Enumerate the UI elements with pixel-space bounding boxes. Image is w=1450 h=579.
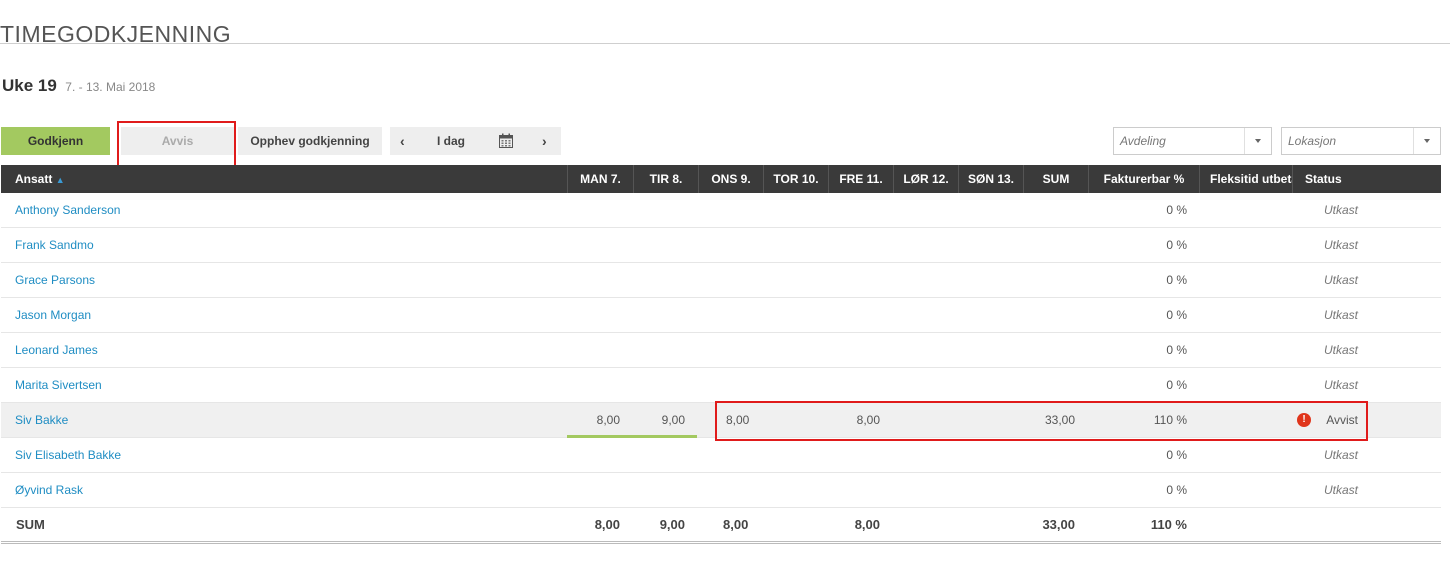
billable-cell: 0 % — [1166, 308, 1187, 322]
billable-cell: 0 % — [1166, 273, 1187, 287]
billable-cell: 0 % — [1166, 343, 1187, 357]
billable-cell: 0 % — [1166, 448, 1187, 462]
table-row[interactable]: Grace Parsons 0 % Utkast — [1, 263, 1441, 298]
employee-link[interactable]: Siv Elisabeth Bakke — [15, 438, 121, 472]
revoke-approval-button[interactable]: Opphev godkjenning — [238, 127, 382, 155]
employee-link[interactable]: Frank Sandmo — [15, 228, 94, 262]
column-sun[interactable]: SØN 13. — [958, 165, 1023, 193]
table-row[interactable]: Siv Elisabeth Bakke 0 % Utkast — [1, 438, 1441, 473]
column-tue[interactable]: TIR 8. — [633, 165, 698, 193]
week-date-range: 7. - 13. Mai 2018 — [65, 80, 156, 94]
department-select[interactable]: Avdeling — [1113, 127, 1272, 155]
chevron-down-icon[interactable] — [1413, 128, 1440, 154]
column-thu[interactable]: TOR 10. — [763, 165, 828, 193]
employee-link[interactable]: Jason Morgan — [15, 298, 91, 332]
reject-button-highlight — [117, 121, 236, 170]
status-cell: Utkast — [1323, 308, 1358, 322]
column-mon[interactable]: MAN 7. — [567, 165, 633, 193]
page-title: TIMEGODKJENNING — [0, 21, 232, 48]
billable-cell: 0 % — [1166, 203, 1187, 217]
totals-billable: 110 % — [1150, 517, 1187, 532]
totals-row: SUM 8,00 9,00 8,00 8,00 33,00 110 % — [1, 508, 1441, 544]
table-row[interactable]: Øyvind Rask 0 % Utkast — [1, 473, 1441, 508]
billable-cell: 0 % — [1166, 483, 1187, 497]
hours-tue-cell[interactable]: 9,00 — [662, 403, 685, 437]
date-navigator: ‹ I dag › — [390, 127, 561, 155]
week-heading: Uke 19 7. - 13. Mai 2018 — [2, 76, 155, 96]
previous-week-button[interactable]: ‹ — [400, 127, 405, 155]
column-sum[interactable]: SUM — [1023, 165, 1088, 193]
today-button[interactable]: I dag — [437, 127, 465, 155]
column-sat[interactable]: LØR 12. — [893, 165, 958, 193]
week-label: Uke 19 — [2, 76, 57, 95]
totals-label: SUM — [16, 517, 45, 532]
totals-tue: 9,00 — [659, 517, 685, 532]
table-row[interactable]: Anthony Sanderson 0 % Utkast — [1, 193, 1441, 228]
status-cell: Utkast — [1323, 448, 1358, 462]
table-row[interactable]: Marita Sivertsen 0 % Utkast — [1, 368, 1441, 403]
employee-link[interactable]: Leonard James — [15, 333, 98, 367]
totals-sum: 33,00 — [1042, 517, 1075, 532]
hours-mon-cell[interactable]: 8,00 — [597, 403, 620, 437]
employee-link[interactable]: Marita Sivertsen — [15, 368, 102, 402]
title-divider — [0, 43, 1450, 44]
approve-button[interactable]: Godkjenn — [1, 127, 110, 155]
status-cell: Utkast — [1323, 343, 1358, 357]
calendar-icon[interactable] — [498, 133, 514, 149]
table-row[interactable]: Frank Sandmo 0 % Utkast — [1, 228, 1441, 263]
employee-link[interactable]: Grace Parsons — [15, 263, 95, 297]
table-row[interactable]: Jason Morgan 0 % Utkast — [1, 298, 1441, 333]
sort-asc-icon: ▲ — [55, 175, 65, 185]
location-select[interactable]: Lokasjon — [1281, 127, 1441, 155]
column-flex-paid[interactable]: Fleksitid utbetalt — [1199, 165, 1292, 193]
column-wed[interactable]: ONS 9. — [698, 165, 763, 193]
status-cell: Utkast — [1323, 238, 1358, 252]
status-cell: Utkast — [1323, 483, 1358, 497]
totals-wed: 8,00 — [723, 517, 749, 532]
table-row[interactable]: Leonard James 0 % Utkast — [1, 333, 1441, 368]
billable-cell: 0 % — [1166, 238, 1187, 252]
billable-cell: 0 % — [1166, 378, 1187, 392]
column-status[interactable]: Status — [1292, 165, 1442, 193]
column-billable[interactable]: Fakturerbar % — [1088, 165, 1199, 193]
employee-link[interactable]: Anthony Sanderson — [15, 193, 120, 227]
totals-mon: 8,00 — [594, 517, 620, 532]
totals-fri: 8,00 — [854, 517, 880, 532]
rejected-row-highlight — [715, 401, 1368, 441]
employee-link[interactable]: Siv Bakke — [15, 403, 68, 437]
employee-link[interactable]: Øyvind Rask — [15, 473, 83, 507]
next-week-button[interactable]: › — [542, 127, 547, 155]
column-employee-label: Ansatt — [15, 172, 53, 186]
department-placeholder: Avdeling — [1120, 134, 1166, 148]
status-cell: Utkast — [1323, 203, 1358, 217]
column-employee[interactable]: Ansatt ▲ — [15, 165, 65, 193]
status-cell: Utkast — [1323, 378, 1358, 392]
chevron-down-icon[interactable] — [1244, 128, 1271, 154]
location-placeholder: Lokasjon — [1288, 134, 1337, 148]
timesheet-table: Ansatt ▲ MAN 7. TIR 8. ONS 9. TOR 10. FR… — [1, 165, 1441, 544]
status-cell: Utkast — [1323, 273, 1358, 287]
table-header: Ansatt ▲ MAN 7. TIR 8. ONS 9. TOR 10. FR… — [1, 165, 1441, 193]
column-fri[interactable]: FRE 11. — [828, 165, 893, 193]
